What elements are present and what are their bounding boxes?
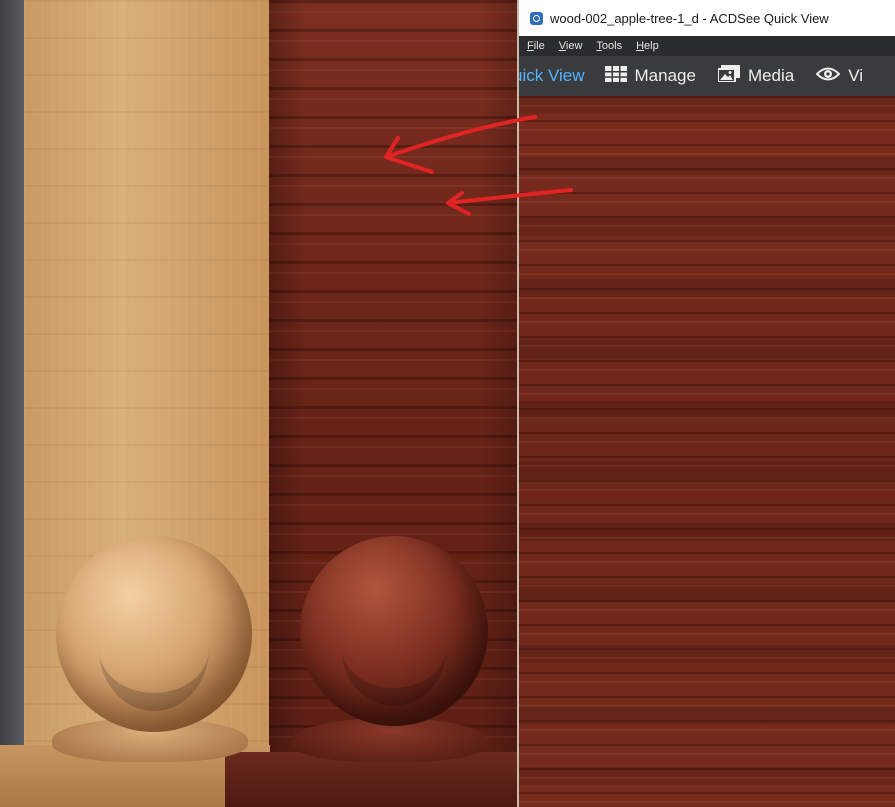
red-arrow-annotation (446, 188, 573, 216)
annotation-layer (384, 115, 573, 216)
red-arrow-annotation (384, 115, 537, 174)
